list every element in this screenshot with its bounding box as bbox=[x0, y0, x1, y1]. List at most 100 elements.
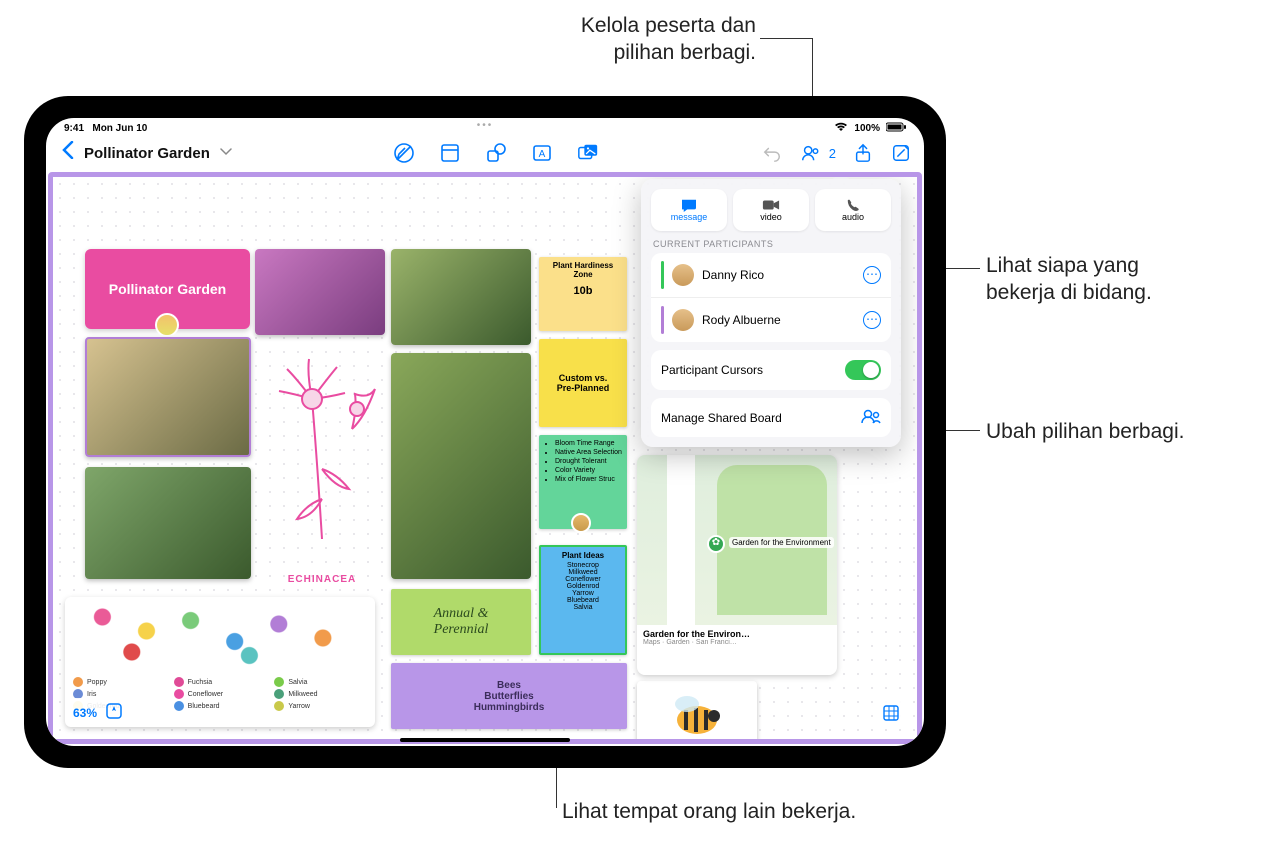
board-canvas[interactable]: Pollinator Garden bbox=[48, 172, 922, 744]
participant-cursors-toggle[interactable] bbox=[845, 360, 881, 380]
popover-manage: Manage Shared Board bbox=[651, 398, 891, 437]
manage-shared-board-label: Manage Shared Board bbox=[661, 411, 782, 425]
legend-dot bbox=[174, 701, 184, 711]
participant-avatar bbox=[672, 309, 694, 331]
sticky-custom[interactable]: Custom vs. Pre-Planned bbox=[539, 339, 627, 427]
media-tool-icon[interactable] bbox=[577, 142, 599, 164]
sticky-bloom-item: Mix of Flower Struc bbox=[555, 475, 623, 484]
sticky-hardiness-title: Plant Hardiness Zone bbox=[543, 261, 623, 279]
sticky-plant-ideas[interactable]: Plant Ideas StonecropMilkweedConeflowerG… bbox=[539, 545, 627, 655]
collab-count: 2 bbox=[829, 146, 836, 161]
sticky-tool-icon[interactable] bbox=[439, 142, 461, 164]
video-button[interactable]: video bbox=[733, 189, 809, 231]
status-time: 9:41 bbox=[64, 123, 84, 134]
board-title-card-text: Pollinator Garden bbox=[109, 281, 226, 297]
undo-icon[interactable] bbox=[761, 142, 783, 164]
callout-top: Kelola peserta dan pilihan berbagi. bbox=[556, 12, 756, 67]
card-bees[interactable]: Bees Butterflies Hummingbirds bbox=[391, 663, 627, 729]
legend-item: Milkweed bbox=[274, 689, 367, 699]
shapes-tool-icon[interactable] bbox=[485, 142, 507, 164]
ipad-frame: ••• 9:41 Mon Jun 10 100% Pollina bbox=[24, 96, 946, 768]
collaboration-popover: message video audio CURRENT PARTICIPANTS… bbox=[641, 179, 901, 447]
battery-icon bbox=[886, 122, 906, 135]
chevron-down-icon[interactable] bbox=[220, 147, 232, 160]
callout-bottom: Lihat tempat orang lain bekerja. bbox=[562, 798, 856, 825]
manage-shared-board-icon bbox=[861, 408, 881, 427]
legend-dot bbox=[274, 701, 284, 711]
clipart-bee[interactable] bbox=[637, 681, 757, 744]
map-pin-label: Garden for the Environment bbox=[729, 537, 834, 548]
share-icon[interactable] bbox=[852, 142, 874, 164]
photo-flowers-1[interactable] bbox=[255, 249, 385, 335]
pen-tool-icon[interactable] bbox=[393, 142, 415, 164]
collaborate-icon[interactable] bbox=[799, 142, 821, 164]
participant-color-bar bbox=[661, 261, 664, 289]
grid-toggle[interactable] bbox=[877, 699, 905, 727]
callout-right1: Lihat siapa yang bekerja di bidang. bbox=[986, 252, 1152, 307]
popover-settings: Participant Cursors bbox=[651, 350, 891, 390]
map-card[interactable]: ✿ Garden for the Environment Garden for … bbox=[637, 455, 837, 675]
message-label: message bbox=[671, 212, 708, 222]
status-date: Mon Jun 10 bbox=[92, 123, 147, 134]
note-annual-perennial[interactable]: Annual & Perennial bbox=[391, 589, 531, 655]
legend-dot bbox=[73, 677, 83, 687]
participant-cursor-avatar bbox=[571, 513, 591, 533]
center-tools: A bbox=[393, 142, 599, 164]
sticky-hardiness-value: 10b bbox=[543, 285, 623, 297]
legend-item: Yarrow bbox=[274, 701, 367, 711]
legend-label: Bluebeard bbox=[188, 703, 220, 710]
legend-item: Bluebeard bbox=[174, 701, 267, 711]
zoom-control[interactable]: 63% bbox=[65, 698, 131, 727]
sketch-echinacea[interactable]: ECHINACEA bbox=[257, 339, 387, 569]
photo-bee[interactable] bbox=[85, 337, 251, 457]
legend-item: Fuchsia bbox=[174, 677, 267, 687]
message-button[interactable]: message bbox=[651, 189, 727, 231]
participant-cursor-avatar bbox=[155, 313, 179, 337]
participant-cursors-row[interactable]: Participant Cursors bbox=[651, 350, 891, 390]
legend-label: Poppy bbox=[87, 679, 107, 686]
sticky-ideas-item: Stonecrop bbox=[545, 562, 621, 569]
sticky-ideas-item: Salvia bbox=[545, 604, 621, 611]
map-footer-sub: Maps · Garden · San Franci… bbox=[643, 639, 831, 646]
navigator-icon[interactable] bbox=[105, 702, 123, 723]
participant-color-bar bbox=[661, 306, 664, 334]
sticky-ideas-item: Coneflower bbox=[545, 576, 621, 583]
sticky-hardiness[interactable]: Plant Hardiness Zone 10b bbox=[539, 257, 627, 331]
sticky-bloom-item: Bloom Time Range bbox=[555, 439, 623, 448]
video-label: video bbox=[760, 212, 782, 222]
participant-avatar bbox=[672, 264, 694, 286]
status-right: 100% bbox=[834, 122, 906, 135]
new-board-icon[interactable] bbox=[890, 142, 912, 164]
sticky-bloom[interactable]: Bloom Time RangeNative Area SelectionDro… bbox=[539, 435, 627, 529]
participant-more-icon[interactable]: ⋯ bbox=[863, 266, 881, 284]
callout-right2: Ubah pilihan berbagi. bbox=[986, 418, 1184, 445]
legend-label: Coneflower bbox=[188, 691, 223, 698]
home-indicator[interactable] bbox=[400, 738, 570, 742]
legend-item: Salvia bbox=[274, 677, 367, 687]
manage-shared-board-row[interactable]: Manage Shared Board bbox=[651, 398, 891, 437]
board-title[interactable]: Pollinator Garden bbox=[84, 145, 210, 162]
back-button[interactable] bbox=[58, 141, 78, 165]
svg-text:A: A bbox=[539, 149, 546, 160]
map-footer: Garden for the Environ… Maps · Garden · … bbox=[637, 625, 837, 675]
photo-garden-1[interactable] bbox=[85, 467, 251, 579]
legend-swatches bbox=[73, 603, 367, 673]
multitask-dots[interactable]: ••• bbox=[477, 120, 494, 131]
sticky-bloom-item: Native Area Selection bbox=[555, 448, 623, 457]
legend-label: Salvia bbox=[288, 679, 307, 686]
photo-garden-2[interactable] bbox=[391, 353, 531, 579]
photo-flowers-2[interactable] bbox=[391, 249, 531, 345]
legend-label: Fuchsia bbox=[188, 679, 213, 686]
legend-dot bbox=[274, 689, 284, 699]
participant-row[interactable]: Danny Rico ⋯ bbox=[651, 253, 891, 297]
participant-name: Danny Rico bbox=[702, 268, 855, 282]
sticky-ideas-item: Goldenrod bbox=[545, 583, 621, 590]
participant-more-icon[interactable]: ⋯ bbox=[863, 311, 881, 329]
legend-label: Yarrow bbox=[288, 703, 310, 710]
audio-button[interactable]: audio bbox=[815, 189, 891, 231]
participant-row[interactable]: Rody Albuerne⋯ bbox=[651, 297, 891, 342]
right-tools: 2 bbox=[761, 142, 912, 164]
text-tool-icon[interactable]: A bbox=[531, 142, 553, 164]
board-title-card[interactable]: Pollinator Garden bbox=[85, 249, 250, 329]
map-footer-title: Garden for the Environ… bbox=[643, 629, 831, 639]
